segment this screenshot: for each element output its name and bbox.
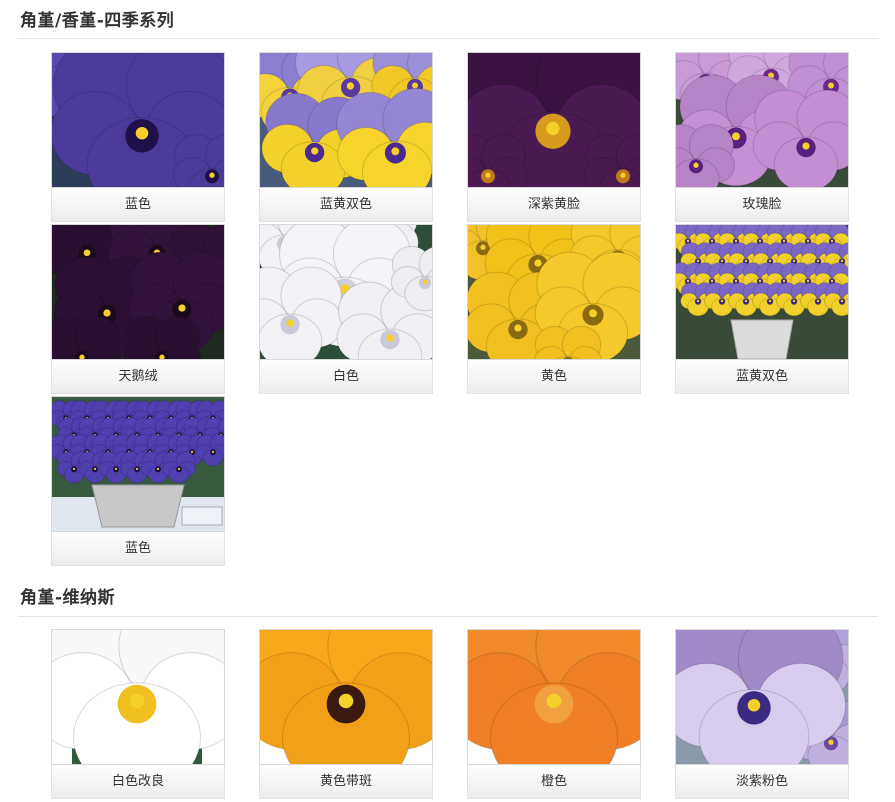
section-divider (18, 616, 878, 617)
product-caption[interactable]: 蓝黄双色 (675, 360, 849, 394)
product-card[interactable]: 蓝黄双色 (675, 224, 849, 394)
product-caption[interactable]: 淡紫粉色 (675, 765, 849, 799)
product-photo[interactable] (259, 629, 433, 765)
product-photo[interactable] (51, 52, 225, 188)
product-caption[interactable]: 蓝色 (51, 532, 225, 566)
product-caption[interactable]: 黄色 (467, 360, 641, 394)
product-photo[interactable] (51, 629, 225, 765)
product-caption[interactable]: 黄色带斑 (259, 765, 433, 799)
product-card[interactable]: 白色改良 (51, 629, 225, 799)
section-divider (18, 38, 878, 39)
product-photo[interactable] (467, 224, 641, 360)
product-card[interactable]: 蓝黄双色 (259, 52, 433, 222)
product-photo[interactable] (259, 224, 433, 360)
product-photo[interactable] (51, 224, 225, 360)
product-photo[interactable] (675, 629, 849, 765)
product-card[interactable]: 黄色 (467, 224, 641, 394)
product-caption[interactable]: 蓝色 (51, 188, 225, 222)
product-card[interactable]: 玫瑰脸 (675, 52, 849, 222)
product-card[interactable]: 黄色带斑 (259, 629, 433, 799)
product-card[interactable]: 橙色 (467, 629, 641, 799)
product-caption[interactable]: 天鹅绒 (51, 360, 225, 394)
section-title-four-seasons: 角堇/香堇-四季系列 (20, 11, 175, 31)
product-photo[interactable] (675, 52, 849, 188)
product-caption[interactable]: 白色改良 (51, 765, 225, 799)
product-caption[interactable]: 玫瑰脸 (675, 188, 849, 222)
product-caption[interactable]: 深紫黄脸 (467, 188, 641, 222)
product-photo[interactable] (259, 52, 433, 188)
product-card[interactable]: 蓝色 (51, 52, 225, 222)
product-caption[interactable]: 蓝黄双色 (259, 188, 433, 222)
product-caption[interactable]: 白色 (259, 360, 433, 394)
product-card[interactable]: 深紫黄脸 (467, 52, 641, 222)
product-card[interactable]: 蓝色 (51, 396, 225, 566)
section-title-venus: 角堇-维纳斯 (20, 588, 116, 608)
product-photo[interactable] (467, 52, 641, 188)
product-photo[interactable] (51, 396, 225, 532)
product-card[interactable]: 天鹅绒 (51, 224, 225, 394)
product-card[interactable]: 白色 (259, 224, 433, 394)
product-photo[interactable] (675, 224, 849, 360)
product-card[interactable]: 淡紫粉色 (675, 629, 849, 799)
product-photo[interactable] (467, 629, 641, 765)
product-caption[interactable]: 橙色 (467, 765, 641, 799)
